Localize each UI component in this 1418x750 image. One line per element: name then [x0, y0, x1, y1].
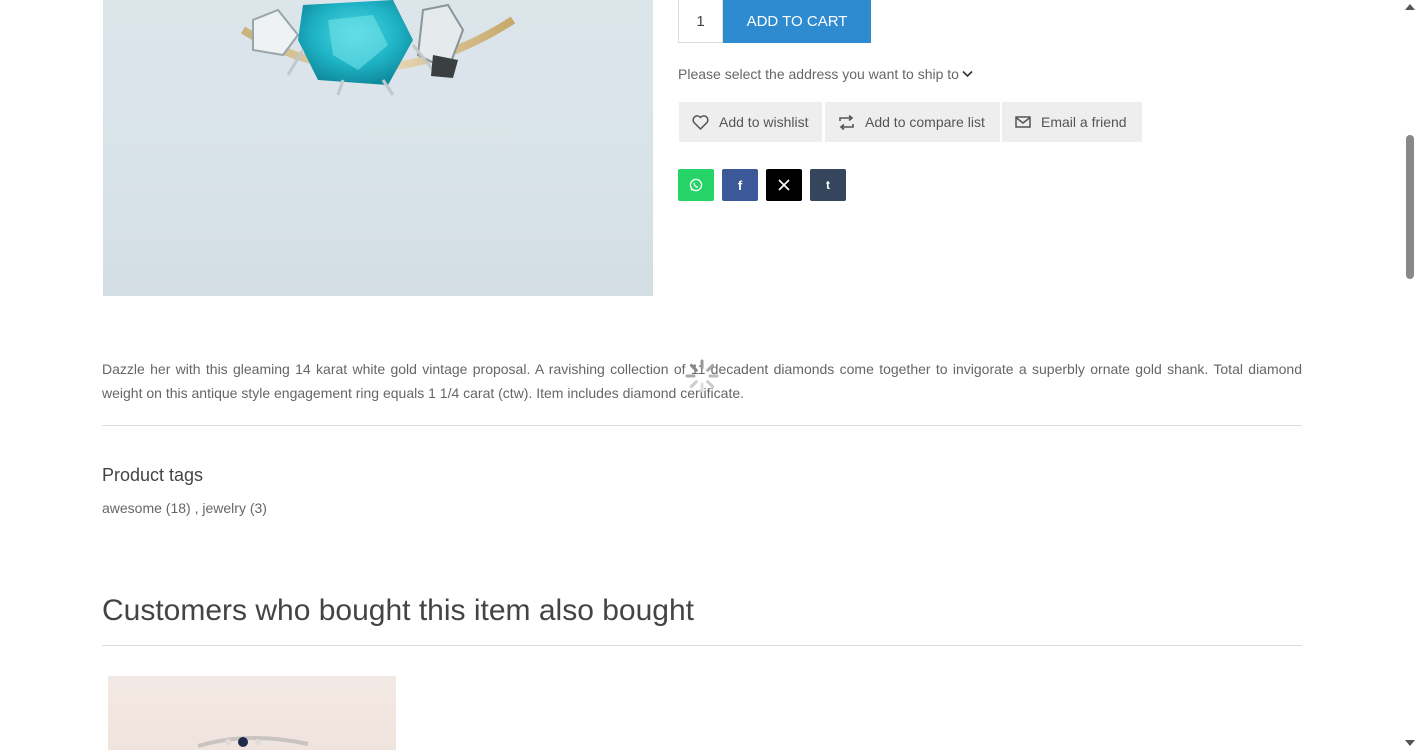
- tumblr-icon: t: [826, 178, 830, 192]
- ship-to-selector[interactable]: Please select the address you want to sh…: [678, 66, 973, 82]
- email-label: Email a friend: [1041, 114, 1127, 130]
- related-product-image[interactable]: [108, 676, 396, 750]
- product-tags-list: awesome (18) , jewelry (3): [102, 500, 267, 516]
- tag-separator: ,: [190, 500, 203, 516]
- share-whatsapp-button[interactable]: [678, 169, 714, 201]
- facebook-icon: f: [737, 177, 743, 193]
- wishlist-label: Add to wishlist: [719, 114, 809, 130]
- email-a-friend-button[interactable]: Email a friend: [1002, 102, 1142, 142]
- heart-icon: [692, 114, 709, 130]
- share-x-button[interactable]: [766, 169, 802, 201]
- ship-to-label: Please select the address you want to sh…: [678, 66, 959, 82]
- loading-spinner-icon: [685, 359, 719, 393]
- tag-link[interactable]: awesome (18): [102, 500, 191, 516]
- share-facebook-button[interactable]: f: [722, 169, 758, 201]
- vertical-scrollbar[interactable]: [1401, 0, 1418, 750]
- tag-link[interactable]: jewelry (3): [202, 500, 267, 516]
- chevron-down-icon: [962, 70, 973, 78]
- product-tags-title: Product tags: [102, 465, 204, 485]
- add-to-cart-button[interactable]: ADD TO CART: [723, 0, 871, 43]
- share-tumblr-button[interactable]: t: [810, 169, 846, 201]
- divider: [102, 645, 1302, 646]
- add-to-wishlist-button[interactable]: Add to wishlist: [679, 102, 822, 142]
- scroll-down-arrow-icon[interactable]: [1405, 740, 1415, 746]
- scroll-up-arrow-icon[interactable]: [1405, 4, 1415, 10]
- envelope-icon: [1015, 116, 1031, 128]
- whatsapp-icon: [689, 178, 703, 192]
- compare-label: Add to compare list: [865, 114, 985, 130]
- product-image[interactable]: [103, 0, 653, 296]
- also-bought-title: Customers who bought this item also boug…: [102, 594, 694, 627]
- divider: [102, 425, 1302, 426]
- x-icon: [778, 179, 790, 191]
- scroll-thumb[interactable]: [1406, 135, 1414, 279]
- compare-arrows-icon: [839, 114, 854, 130]
- add-to-compare-button[interactable]: Add to compare list: [825, 102, 1000, 142]
- quantity-input[interactable]: [678, 0, 723, 43]
